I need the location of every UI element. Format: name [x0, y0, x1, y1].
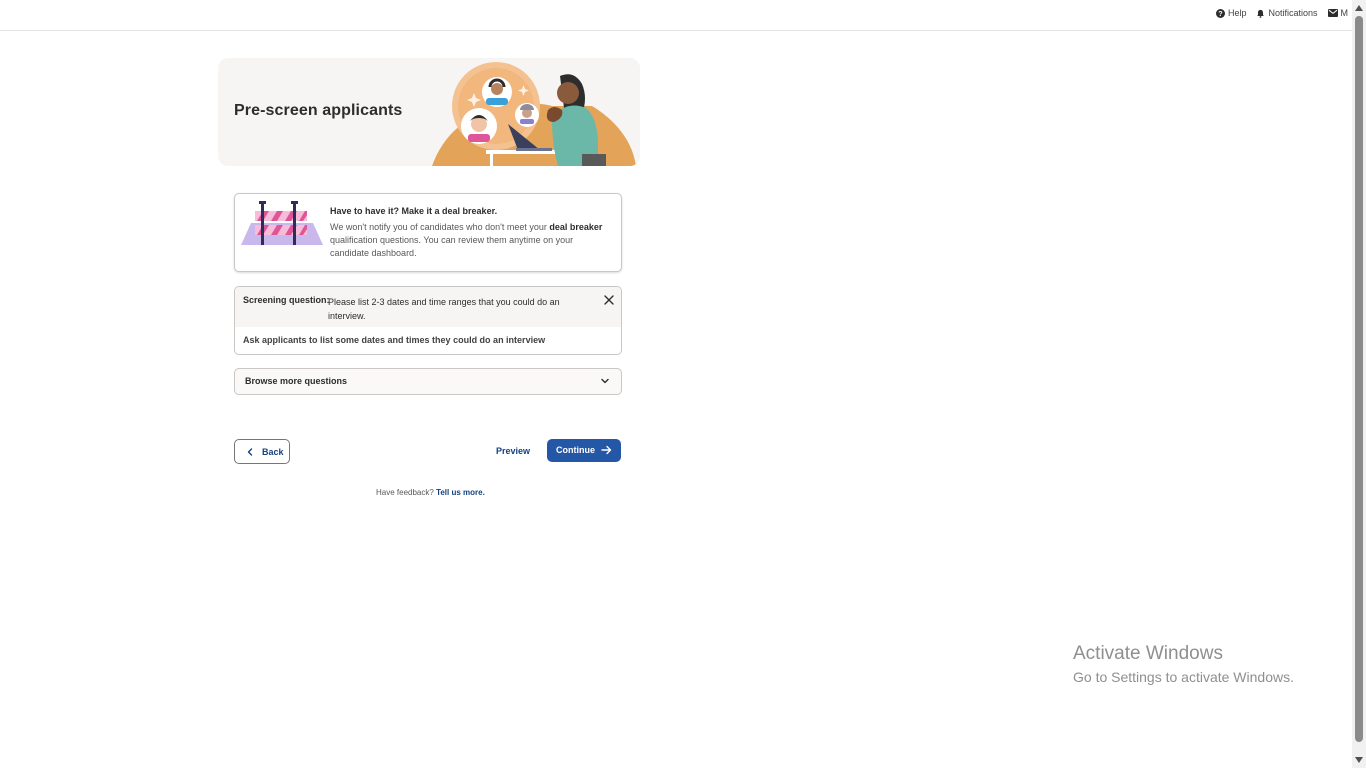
activate-windows-subtitle: Go to Settings to activate Windows.	[1073, 669, 1294, 685]
help-label: Help	[1227, 8, 1247, 18]
arrow-right-icon	[601, 445, 612, 455]
activate-windows-title: Activate Windows	[1073, 643, 1223, 664]
help-icon: ?	[1215, 8, 1225, 18]
scroll-down-arrow[interactable]	[1355, 757, 1363, 763]
screening-question-card: Screening question: Please list 2-3 date…	[234, 286, 622, 355]
deal-breaker-info-card: Have to have it? Make it a deal breaker.…	[234, 193, 622, 272]
feedback-link[interactable]: Tell us more.	[436, 488, 485, 497]
question-description: Ask applicants to list some dates and ti…	[243, 335, 546, 345]
back-label: Back	[262, 447, 284, 457]
feedback-line: Have feedback? Tell us more.	[376, 488, 485, 497]
notifications-label: Notifications	[1268, 8, 1318, 18]
page-title: Pre-screen applicants	[234, 102, 403, 119]
messages-link[interactable]: M	[1327, 8, 1349, 18]
chevron-down-icon	[601, 378, 609, 384]
notifications-link[interactable]: Notifications	[1256, 8, 1318, 18]
scroll-thumb[interactable]	[1355, 16, 1363, 742]
browse-more-questions-dropdown[interactable]: Browse more questions	[234, 368, 622, 395]
top-navigation-bar: ? Help Notifications M	[0, 0, 1352, 31]
info-title: Have to have it? Make it a deal breaker.	[330, 206, 498, 216]
info-body: We won't notify you of candidates who do…	[330, 221, 614, 260]
info-body-tail: qualification questions. You can review …	[330, 235, 574, 258]
browse-label: Browse more questions	[245, 376, 348, 386]
help-link[interactable]: ? Help	[1215, 8, 1247, 18]
feedback-prompt: Have feedback?	[376, 488, 434, 497]
question-label: Screening question:	[243, 295, 330, 305]
back-button[interactable]: Back	[234, 439, 290, 464]
remove-question-close-icon[interactable]	[602, 293, 616, 307]
question-text: Please list 2-3 dates and time ranges th…	[328, 297, 560, 321]
continue-button[interactable]: Continue	[547, 439, 621, 462]
hero-banner: Pre-screen applicants	[218, 58, 640, 166]
info-body-emphasis: deal breaker	[549, 222, 603, 232]
top-links: ? Help Notifications M	[1215, 8, 1349, 18]
preview-link[interactable]: Preview	[496, 446, 530, 456]
question-header: Screening question: Please list 2-3 date…	[235, 287, 621, 327]
barrier-illustration	[241, 201, 323, 245]
info-body-lead: We won't notify you of candidates who do…	[330, 222, 550, 232]
scroll-up-arrow[interactable]	[1355, 5, 1363, 11]
bell-icon	[1257, 9, 1265, 18]
chevron-left-icon	[247, 448, 253, 456]
vertical-scrollbar[interactable]	[1352, 0, 1366, 768]
messages-label: M	[1340, 8, 1349, 18]
interview-illustration	[432, 62, 636, 166]
mail-icon	[1327, 9, 1338, 17]
svg-text:?: ?	[1218, 9, 1222, 18]
continue-label: Continue	[556, 445, 595, 455]
